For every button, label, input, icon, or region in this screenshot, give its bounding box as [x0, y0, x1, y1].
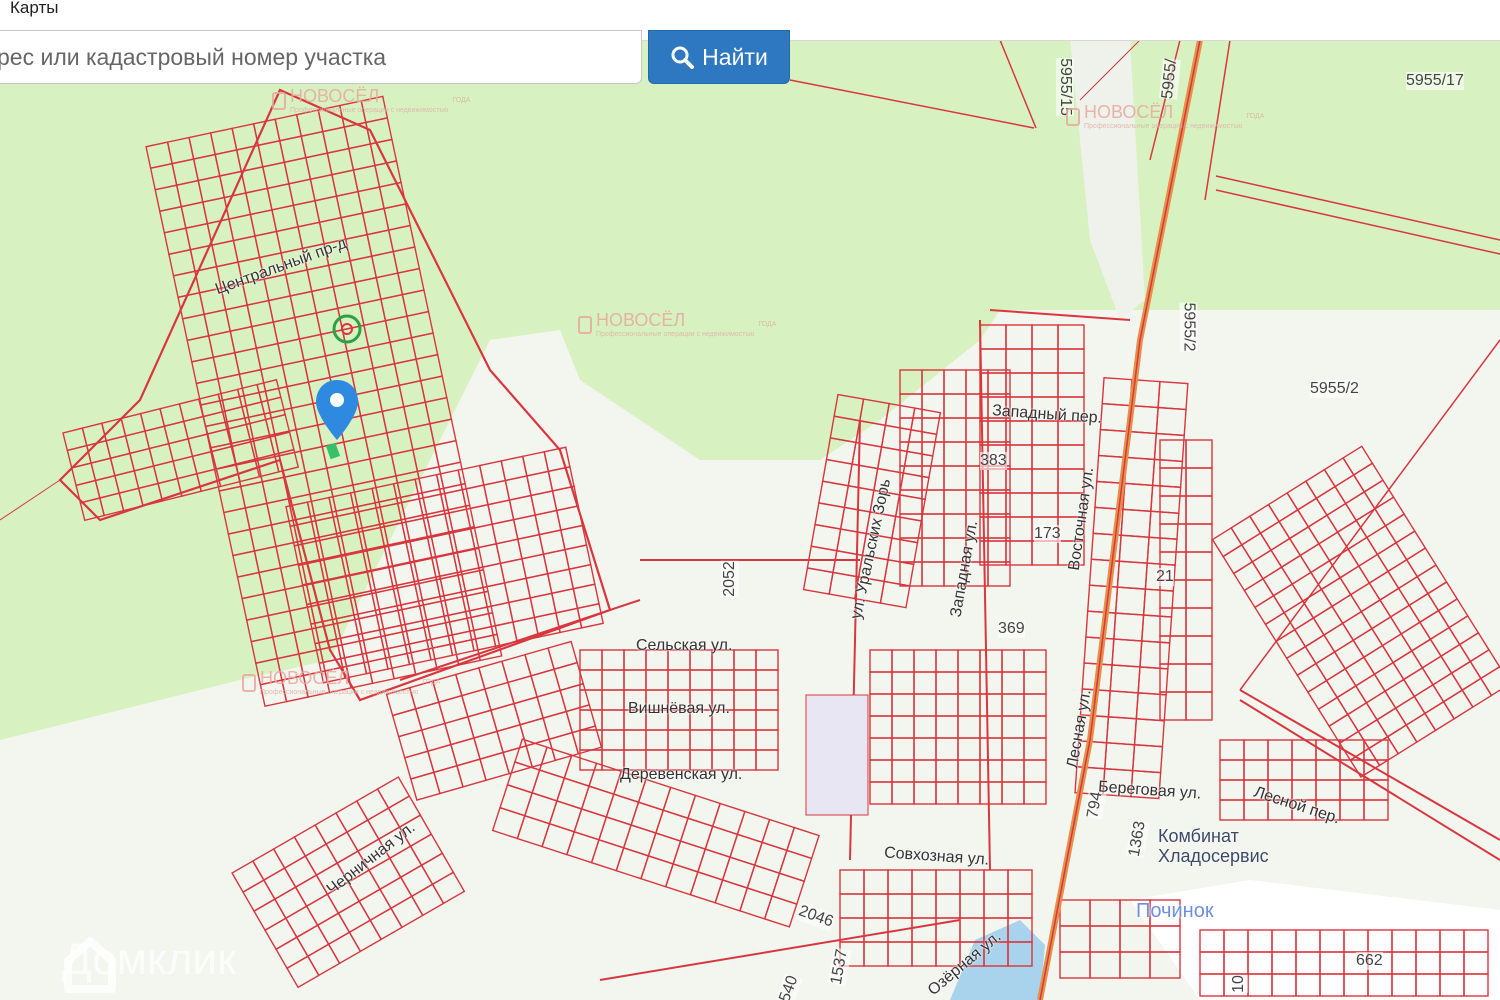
- parcel-number: 369: [998, 620, 1025, 638]
- parcel-number: 21: [1156, 568, 1174, 586]
- domclick-logo-icon: [64, 937, 116, 993]
- parcel-number: 5955/2: [1310, 380, 1359, 398]
- search-button[interactable]: Найти: [648, 30, 790, 84]
- map-pin-icon[interactable]: [314, 378, 360, 460]
- parcel-number: 173: [1034, 525, 1061, 543]
- house-icon: [1066, 107, 1080, 126]
- house-icon: [272, 91, 286, 110]
- search-icon: [671, 46, 695, 69]
- brand-watermark: НОВОСЁЛ Профессиональные операции с недви…: [242, 668, 440, 697]
- search-box[interactable]: [0, 30, 642, 84]
- brand-watermark: НОВОСЁЛ Профессиональные операции с недви…: [272, 86, 470, 115]
- domclick-watermark: Домклик: [62, 935, 236, 993]
- target-marker-icon: [332, 314, 362, 344]
- search-input[interactable]: [0, 31, 641, 83]
- parcel-number: 2052: [720, 561, 739, 597]
- parcel-number: 383: [980, 452, 1007, 470]
- street-label: Сельская ул.: [636, 637, 733, 654]
- house-icon: [578, 315, 592, 334]
- parcel-number: 5955/2: [1179, 302, 1198, 352]
- street-label: Деревенская ул.: [620, 766, 743, 783]
- place-label: Починок: [1136, 900, 1214, 922]
- house-icon: [242, 673, 256, 692]
- parcel-number: 10: [1229, 975, 1248, 993]
- cadastral-map[interactable]: Центральный пр-д Сельская ул. Вишнёвая у…: [0, 40, 1500, 1000]
- parcel-number: 662: [1356, 952, 1383, 970]
- brand-watermark: НОВОСЁЛ Профессиональные операции с недви…: [578, 310, 776, 339]
- brand-watermark: НОВОСЁЛ Профессиональные операции с недви…: [1066, 102, 1264, 131]
- place-label: Комбинат Хладосервис: [1158, 826, 1269, 866]
- parcel-number: 5955/17: [1406, 72, 1464, 90]
- street-label: Вишнёвая ул.: [628, 700, 730, 717]
- school-building: [805, 694, 869, 816]
- window-title: Карты: [10, 0, 59, 17]
- search-button-label: Найти: [702, 43, 768, 70]
